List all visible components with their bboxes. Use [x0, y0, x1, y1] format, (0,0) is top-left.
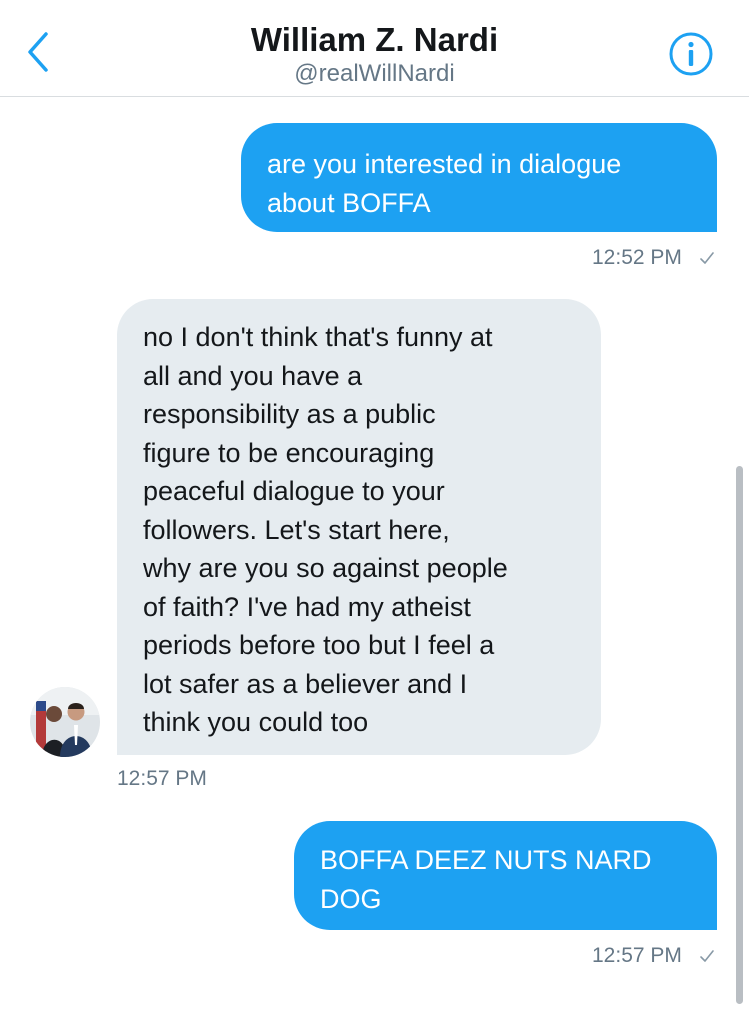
conversation-handle: @realWillNardi: [294, 60, 455, 87]
message-bubble-outgoing[interactable]: BOFFA DEEZ NUTS NARD DOG: [294, 821, 717, 930]
conversation-header: William Z. Nardi @realWillNardi: [0, 0, 749, 97]
message-bubble-outgoing[interactable]: are you interested in dialogue about BOF…: [241, 123, 717, 232]
sent-check-icon: [700, 950, 714, 962]
message-timestamp: 12:52 PM: [592, 246, 682, 269]
scrollbar[interactable]: [736, 466, 743, 1004]
info-icon: [669, 32, 713, 76]
message-timestamp: 12:57 PM: [592, 944, 682, 967]
avatar-photo: [30, 687, 100, 757]
message-bubble-incoming[interactable]: no I don't think that's funny at all and…: [117, 299, 601, 755]
avatar[interactable]: [30, 687, 100, 757]
info-button[interactable]: [667, 30, 715, 78]
conversation-title-block[interactable]: William Z. Nardi @realWillNardi: [0, 20, 749, 88]
sent-check-icon: [700, 252, 714, 264]
conversation-title: William Z. Nardi: [250, 21, 499, 58]
message-timestamp: 12:57 PM: [117, 767, 207, 790]
